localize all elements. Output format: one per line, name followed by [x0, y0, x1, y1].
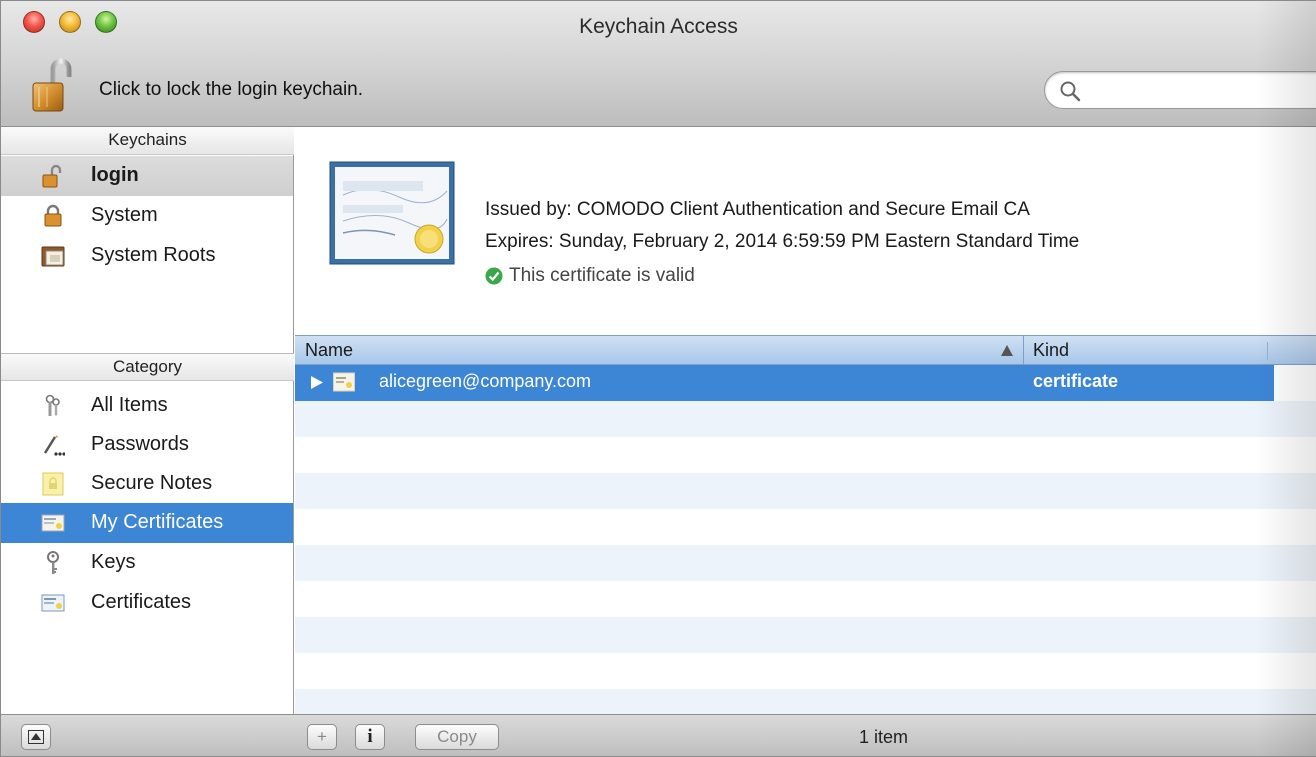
sidebar-item-system-roots[interactable]: System Roots: [1, 236, 293, 276]
table-row-empty: [295, 437, 1316, 473]
table-row[interactable]: alicegreen@company.com certificate: [295, 365, 1274, 401]
sidebar-item-keys[interactable]: Keys: [1, 543, 293, 583]
expires-text: Expires: Sunday, February 2, 2014 6:59:5…: [485, 231, 1080, 252]
window-title: Keychain Access: [579, 15, 738, 38]
column-header-name[interactable]: Name: [305, 340, 353, 361]
sidebar-item-login[interactable]: login: [1, 156, 293, 196]
table-row-empty: [295, 473, 1316, 509]
search-input[interactable]: [1087, 78, 1316, 102]
sidebar-item-label: System Roots: [91, 244, 216, 266]
padlock-open-icon: [32, 58, 72, 112]
key-icon: [47, 551, 59, 574]
sort-ascending-icon: [1001, 345, 1013, 356]
lock-status-text: Click to lock the login keychain.: [99, 79, 364, 100]
checkmark-circle-icon: [485, 267, 503, 285]
passwords-icon: [43, 435, 65, 456]
row-name: alicegreen@company.com: [379, 371, 592, 391]
toggle-sidebar-button[interactable]: [21, 724, 51, 750]
sidebar-item-certificates[interactable]: Certificates: [1, 583, 293, 623]
lock-icon: [44, 204, 62, 227]
sidebar-item-passwords[interactable]: Passwords: [1, 425, 293, 465]
bottom-bar: + i Copy 1 item: [1, 714, 1316, 756]
copy-button[interactable]: Copy: [415, 724, 499, 750]
category-header: Category: [1, 353, 294, 381]
sidebar-item-label: Certificates: [91, 591, 192, 613]
sidebar-item-label: Passwords: [91, 433, 189, 455]
validity-status: This certificate is valid: [485, 265, 695, 287]
add-item-button[interactable]: +: [307, 724, 337, 750]
toggle-sidebar-icon: [28, 730, 44, 744]
sidebar-item-label: Keys: [91, 551, 136, 573]
certificate-icon: [329, 161, 455, 265]
table-header: Name Kind: [295, 335, 1316, 366]
sidebar: Keychains login System System Roots Cate…: [1, 127, 294, 714]
column-divider[interactable]: [1267, 342, 1268, 360]
sidebar-item-label: My Certificates: [91, 511, 224, 533]
column-header-kind[interactable]: Kind: [1033, 340, 1069, 361]
sidebar-item-secure-notes[interactable]: Secure Notes: [1, 464, 293, 504]
lock-button[interactable]: [31, 57, 79, 113]
sidebar-item-all-items[interactable]: All Items: [1, 386, 293, 426]
folder-icon: [41, 246, 65, 267]
keychain-access-window: Keychain Access Click to lock the login …: [0, 0, 1316, 757]
keychains-header: Keychains: [1, 127, 294, 155]
titlebar: Keychain Access Click to lock the login …: [1, 1, 1316, 127]
secure-notes-icon: [42, 472, 64, 496]
my-certificates-icon: [41, 514, 65, 532]
sidebar-item-system[interactable]: System: [1, 196, 293, 236]
lock-open-icon: [42, 164, 62, 188]
column-divider[interactable]: [1023, 336, 1024, 366]
table-row-empty: [295, 581, 1316, 617]
sidebar-item-label: System: [91, 204, 158, 226]
search-icon: [1060, 81, 1081, 102]
issued-by-text: Issued by: COMODO Client Authentication …: [485, 199, 1030, 220]
table-row-empty: [295, 401, 1316, 437]
disclosure-triangle-icon[interactable]: [311, 376, 323, 389]
table-row-empty: [295, 617, 1316, 653]
sidebar-item-label: Secure Notes: [91, 472, 213, 494]
validity-status-text: This certificate is valid: [509, 265, 695, 286]
sidebar-item-my-certificates[interactable]: My Certificates: [1, 503, 293, 543]
all-items-icon: [45, 394, 60, 416]
certificate-icon: [41, 594, 65, 612]
sidebar-item-label: All Items: [91, 394, 168, 416]
search-field[interactable]: [1044, 71, 1316, 109]
sidebar-item-label: login: [91, 164, 139, 186]
table-row-empty: [295, 545, 1316, 581]
item-count: 1 item: [859, 727, 909, 747]
table-row-empty: [295, 653, 1316, 689]
table-row-empty: [295, 509, 1316, 545]
row-kind: certificate: [1033, 371, 1119, 391]
certificate-info-panel: Issued by: COMODO Client Authentication …: [295, 127, 1316, 334]
certificate-icon: [333, 372, 355, 392]
main-content: Issued by: COMODO Client Authentication …: [295, 127, 1316, 725]
get-info-button[interactable]: i: [355, 724, 385, 750]
items-table: alicegreen@company.com certificate: [295, 365, 1316, 725]
